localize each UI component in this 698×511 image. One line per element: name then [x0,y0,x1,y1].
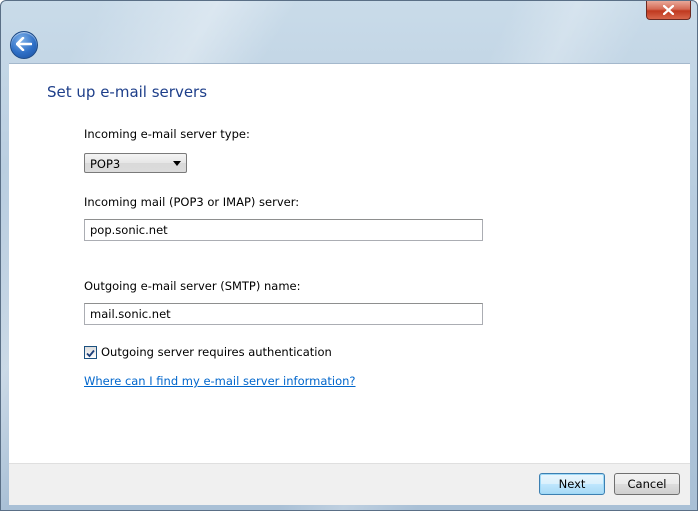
chevron-down-icon [173,161,181,166]
next-button[interactable]: Next [539,473,605,495]
close-button[interactable] [646,1,691,20]
auth-checkbox-label[interactable]: Outgoing server requires authentication [101,345,332,359]
wizard-window: Set up e-mail servers Incoming e-mail se… [0,0,698,511]
incoming-type-label: Incoming e-mail server type: [84,127,250,141]
back-arrow-icon [15,36,33,55]
wizard-content: Set up e-mail servers Incoming e-mail se… [9,63,690,464]
checkmark-icon [86,343,95,362]
server-info-help-link[interactable]: Where can I find my e-mail server inform… [84,374,356,388]
page-title: Set up e-mail servers [47,83,208,101]
wizard-footer: Next Cancel [9,463,690,505]
incoming-server-label: Incoming mail (POP3 or IMAP) server: [84,195,300,209]
incoming-server-input[interactable] [84,219,483,241]
auth-checkbox[interactable] [84,346,97,359]
cancel-button[interactable]: Cancel [614,473,680,495]
close-icon [663,5,674,15]
outgoing-server-input[interactable] [84,303,483,325]
back-button[interactable] [10,31,38,59]
incoming-type-select[interactable]: POP3 [84,153,187,173]
incoming-type-value: POP3 [90,157,121,171]
outgoing-server-label: Outgoing e-mail server (SMTP) name: [84,279,301,293]
